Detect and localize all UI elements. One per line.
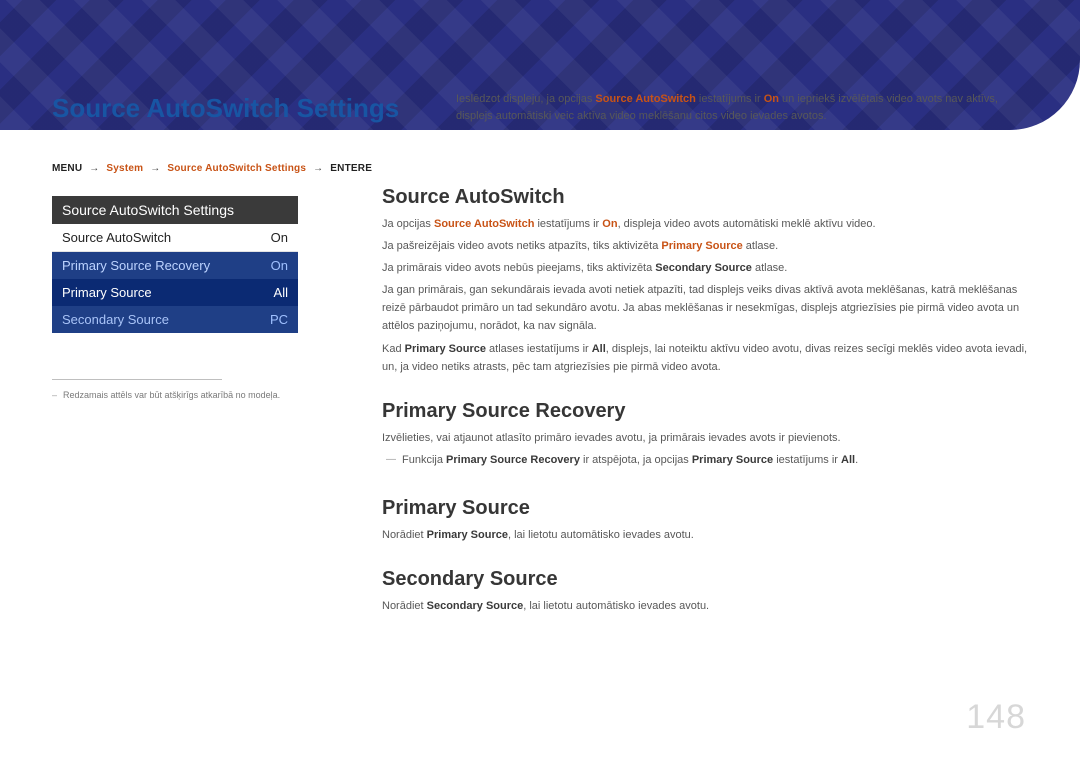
footnote-text: Redzamais attēls var būt atšķirīgs atkar… — [63, 390, 280, 400]
breadcrumb: MENU → System → Source AutoSwitch Settin… — [52, 163, 1032, 174]
section-paragraph: Kad Primary Source atlases iestatījums i… — [382, 340, 1032, 376]
crumb-enter: ENTER — [330, 163, 365, 174]
section-paragraph: Ja opcijas Source AutoSwitch iestatījums… — [382, 215, 1032, 233]
section-paragraph: Norādiet Secondary Source, lai lietotu a… — [382, 597, 1032, 615]
section-heading: Primary Source Recovery — [382, 400, 1032, 423]
text: ir atspējota, ja opcijas — [580, 454, 692, 466]
crumb-current: Source AutoSwitch Settings — [167, 163, 306, 174]
section-source-autoswitch: Source AutoSwitch Ja opcijas Source Auto… — [382, 186, 1032, 376]
footnote-divider — [52, 379, 222, 380]
footnote-dash: – — [52, 390, 57, 400]
menu-panel: Source AutoSwitch Settings Source AutoSw… — [52, 196, 298, 333]
text: . — [855, 454, 858, 466]
text: Norādiet — [382, 529, 427, 541]
highlight: Source AutoSwitch — [434, 218, 534, 230]
menu-row-value: On — [271, 230, 288, 245]
footnote: – Redzamais attēls var būt atšķirīgs atk… — [52, 390, 342, 400]
menu-row-secondary-source[interactable]: Secondary Source PC — [52, 306, 298, 333]
text: Norādiet — [382, 600, 427, 612]
text: , displeja video avots automātiski meklē… — [618, 218, 876, 230]
intro-highlight-2: On — [764, 93, 779, 105]
section-paragraph: Norādiet Primary Source, lai lietotu aut… — [382, 526, 1032, 544]
bold: All — [592, 343, 606, 355]
intro-highlight-1: Source AutoSwitch — [595, 93, 695, 105]
section-paragraph: Ja pašreizējais video avots netiks atpaz… — [382, 237, 1032, 255]
section-paragraph: Ja primārais video avots nebūs pieejams,… — [382, 259, 1032, 277]
text: atlase. — [743, 240, 778, 252]
menu-row-label: Source AutoSwitch — [62, 230, 171, 245]
section-paragraph: Izvēlieties, vai atjaunot atlasīto primā… — [382, 429, 1032, 447]
section-primary-source: Primary Source Norādiet Primary Source, … — [382, 497, 1032, 544]
list-item: ― Funkcija Primary Source Recovery ir at… — [386, 451, 1032, 473]
text: , lai lietotu automātisko ievades avotu. — [523, 600, 709, 612]
intro-paragraph: Ieslēdzot displeju, ja opcijas Source Au… — [456, 91, 1032, 125]
crumb-menu: MENU — [52, 163, 82, 174]
menu-row-value: On — [271, 258, 288, 273]
menu-title: Source AutoSwitch Settings — [52, 196, 298, 224]
menu-row-label: Primary Source — [62, 285, 152, 300]
menu-row-primary-source[interactable]: Primary Source All — [52, 279, 298, 306]
left-column: Source AutoSwitch Settings Source AutoSw… — [52, 186, 342, 640]
text: Ja opcijas — [382, 218, 434, 230]
bold: Secondary Source — [655, 262, 752, 274]
page-number: 148 — [966, 698, 1026, 737]
section-primary-source-recovery: Primary Source Recovery Izvēlieties, vai… — [382, 400, 1032, 473]
menu-row-autoswitch[interactable]: Source AutoSwitch On — [52, 224, 298, 252]
right-column: Source AutoSwitch Ja opcijas Source Auto… — [382, 186, 1032, 640]
highlight: Primary Source — [661, 240, 742, 252]
bold: Primary Source — [427, 529, 508, 541]
text: Ja pašreizējais video avots netiks atpaz… — [382, 240, 661, 252]
menu-row-value: PC — [270, 312, 288, 327]
columns: Source AutoSwitch Settings Source AutoSw… — [52, 186, 1032, 640]
intro-text: iestatījums ir — [696, 93, 764, 105]
text: iestatījums ir — [534, 218, 602, 230]
section-heading: Source AutoSwitch — [382, 186, 1032, 209]
crumb-sep: → — [89, 163, 99, 174]
content-area: Source AutoSwitch Settings Ieslēdzot dis… — [52, 94, 1032, 639]
text: iestatījums ir — [773, 454, 841, 466]
text: Kad — [382, 343, 405, 355]
crumb-sep: → — [150, 163, 160, 174]
bold: Secondary Source — [427, 600, 524, 612]
section-heading: Secondary Source — [382, 568, 1032, 591]
section-paragraph: Funkcija Primary Source Recovery ir atsp… — [402, 451, 858, 469]
menu-row-label: Secondary Source — [62, 312, 169, 327]
text: Ja primārais video avots nebūs pieejams,… — [382, 262, 655, 274]
section-heading: Primary Source — [382, 497, 1032, 520]
text: atlase. — [752, 262, 787, 274]
bold: Primary Source — [405, 343, 486, 355]
menu-row-primary-recovery[interactable]: Primary Source Recovery On — [52, 252, 298, 279]
crumb-system: System — [106, 163, 143, 174]
intro-text: Ieslēdzot displeju, ja opcijas — [456, 93, 595, 105]
menu-row-value: All — [274, 285, 288, 300]
section-paragraph: Ja gan primārais, gan sekundārais ievada… — [382, 281, 1032, 335]
text: Funkcija — [402, 454, 446, 466]
section-secondary-source: Secondary Source Norādiet Secondary Sour… — [382, 568, 1032, 615]
enter-e-icon: E — [365, 163, 372, 174]
sublist: ― Funkcija Primary Source Recovery ir at… — [382, 451, 1032, 473]
bold: All — [841, 454, 855, 466]
menu-screenshot: Source AutoSwitch Settings Source AutoSw… — [52, 196, 342, 333]
text: , lai lietotu automātisko ievades avotu. — [508, 529, 694, 541]
bullet-icon: ― — [386, 451, 396, 473]
crumb-sep: → — [313, 163, 323, 174]
bold: Primary Source — [692, 454, 773, 466]
highlight: On — [602, 218, 617, 230]
text: atlases iestatījums ir — [486, 343, 592, 355]
menu-row-label: Primary Source Recovery — [62, 258, 210, 273]
bold: Primary Source Recovery — [446, 454, 580, 466]
page-root: Source AutoSwitch Settings Ieslēdzot dis… — [0, 0, 1080, 763]
